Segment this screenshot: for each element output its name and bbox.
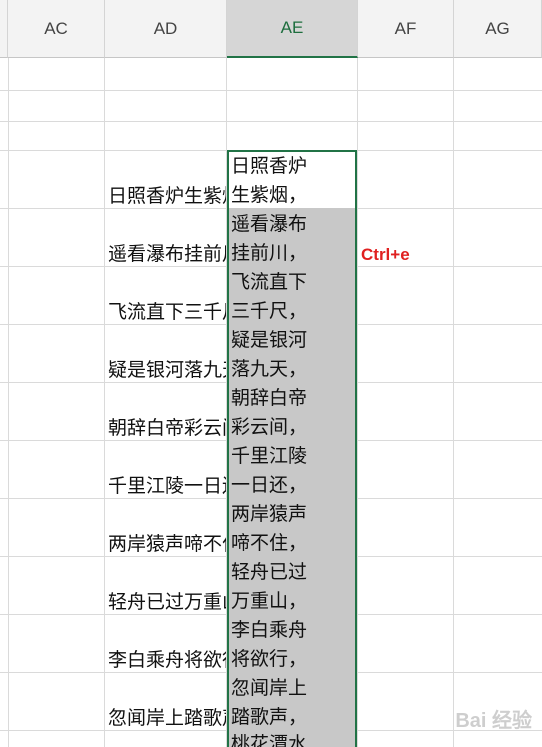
column-header-ae[interactable]: AE [227, 0, 358, 58]
cell-ae-line: 朝辞白帝 [231, 387, 308, 409]
cell-ae-line: 疑是银河 [231, 329, 308, 351]
grid-line [0, 121, 542, 122]
cell-ae-line: 飞流直下 [231, 271, 308, 293]
cell-ad[interactable]: 两岸猿声啼不住， [108, 532, 226, 556]
cell-ae-line: 李白乘舟 [231, 619, 308, 641]
cell-ae-line: 轻舟已过 [231, 561, 308, 583]
cell-ae-line: 生紫烟， [231, 184, 308, 206]
corner-header [0, 0, 8, 58]
grid-line [104, 58, 105, 747]
shortcut-annotation: Ctrl+e [361, 245, 410, 264]
cell-ae-line: 一日还， [231, 474, 308, 496]
grid-line [0, 90, 542, 91]
cell-ad[interactable]: 朝辞白帝彩云间， [108, 416, 226, 440]
cell-ae-line: 三千尺， [231, 300, 308, 322]
cell-ad[interactable]: 遥看瀑布挂前川， [108, 242, 226, 266]
cell-ae-line: 千里江陵 [231, 445, 308, 467]
grid-line [453, 58, 454, 747]
column-header-ac[interactable]: AC [8, 0, 105, 58]
cell-ae-line: 啼不住， [231, 532, 308, 554]
cell-ae-line: 彩云间， [231, 416, 308, 438]
cell-ae-line: 桃花潭水 [231, 733, 308, 747]
cell-ae-line: 万重山， [231, 590, 308, 612]
spreadsheet-grid[interactable]: AC AD AE AF AG 日照香炉生紫烟， 遥看瀑布挂前川， 飞流直下三千尺… [0, 0, 542, 747]
grid-line [357, 58, 358, 747]
cell-ad[interactable]: 千里江陵一日还， [108, 474, 226, 498]
column-header-af[interactable]: AF [358, 0, 454, 58]
cell-ae-line: 遥看瀑布 [231, 213, 308, 235]
cell-ad[interactable]: 飞流直下三千尺， [108, 300, 226, 324]
cell-ae-line: 将欲行， [231, 648, 308, 670]
cell-ae-line: 踏歌声， [231, 706, 308, 728]
cell-ad[interactable]: 疑是银河落九天， [108, 358, 226, 382]
watermark-logo: Bai 经验 [455, 710, 532, 732]
cell-ad[interactable]: 李白乘舟将欲行， [108, 648, 226, 672]
cell-ae-line: 日照香炉 [231, 155, 308, 177]
cell-ad[interactable]: 轻舟已过万重山， [108, 590, 226, 614]
cell-ae-line: 两岸猿声 [231, 503, 308, 525]
column-header-ag[interactable]: AG [454, 0, 542, 58]
cell-ae-line: 落九天， [231, 358, 308, 380]
column-header-ad[interactable]: AD [105, 0, 227, 58]
cell-ad[interactable]: 忽闻岸上踏歌声， [108, 706, 226, 730]
cell-ae-line: 忽闻岸上 [231, 677, 308, 699]
grid-line [8, 58, 9, 747]
cell-ad[interactable]: 日照香炉生紫烟， [108, 184, 226, 208]
cell-ae-line: 挂前川， [231, 242, 308, 264]
